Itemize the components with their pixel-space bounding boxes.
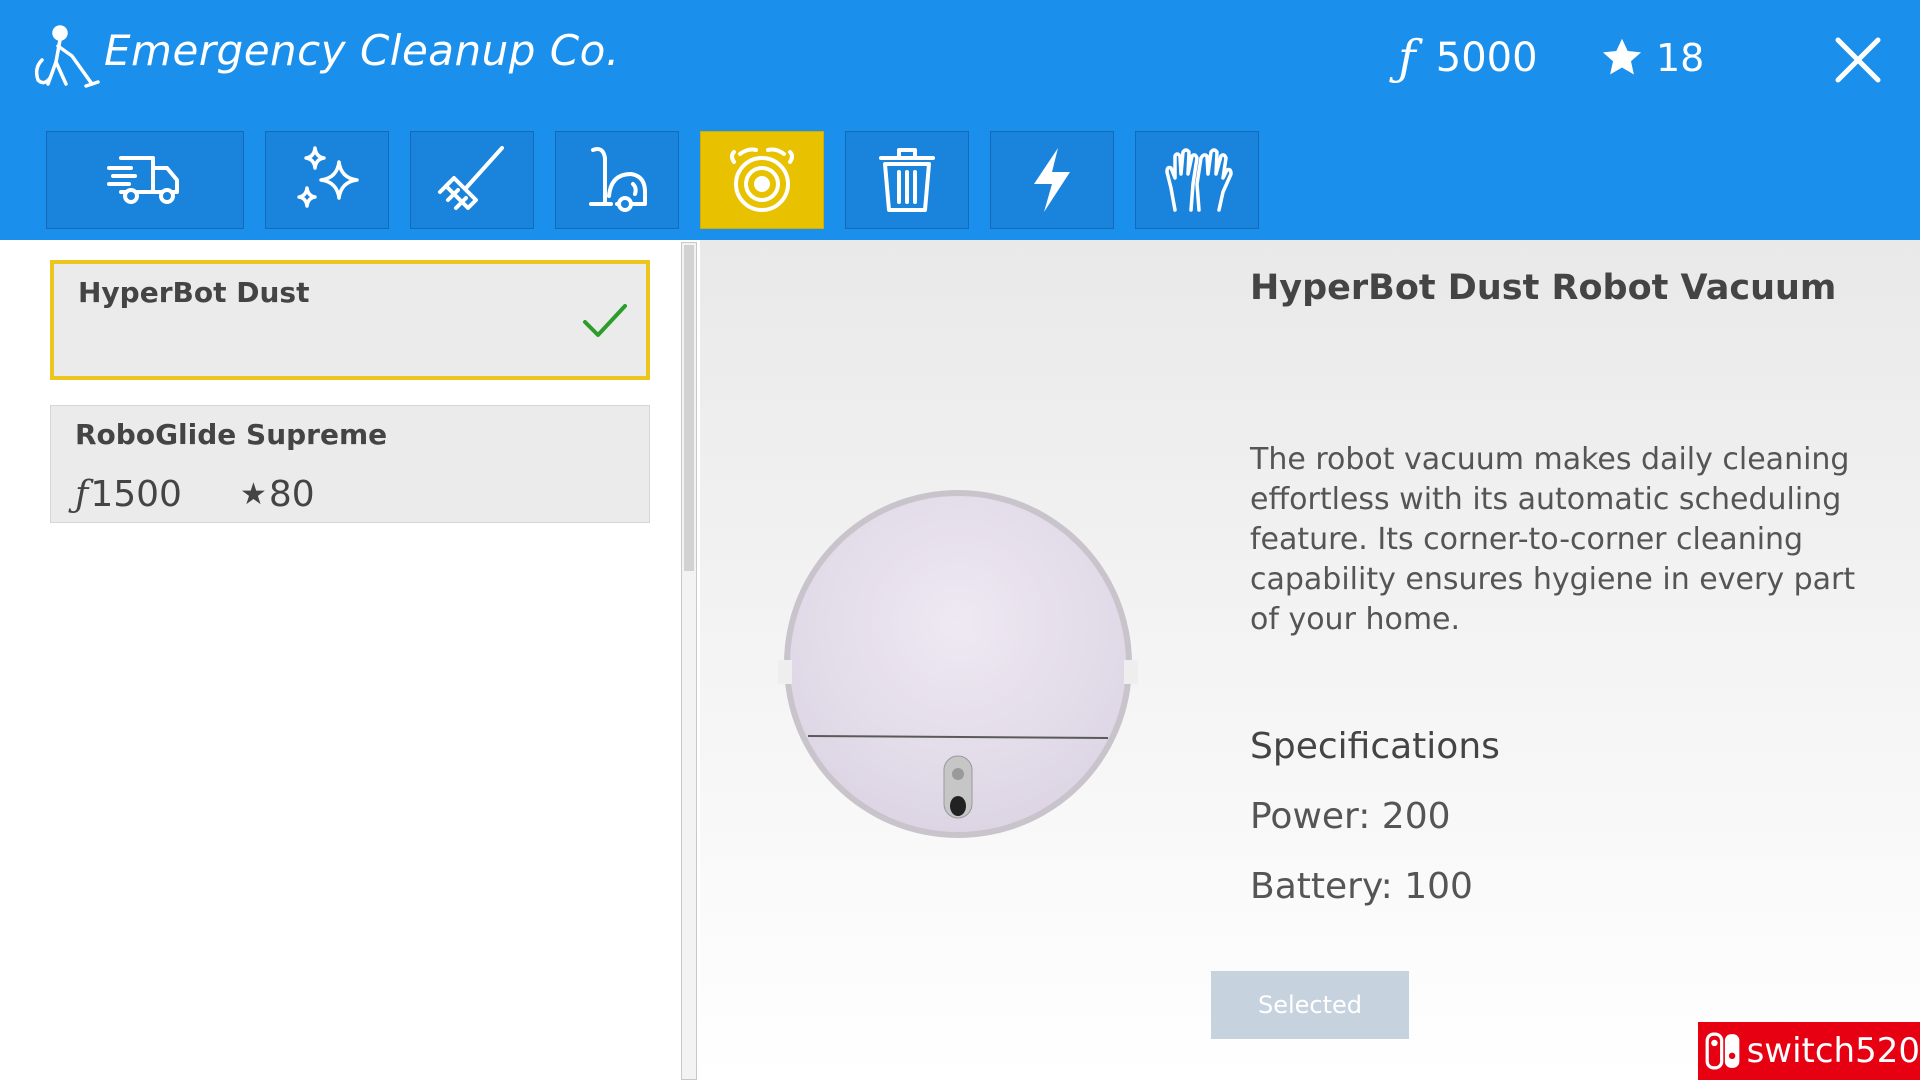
close-icon[interactable]	[1832, 34, 1884, 86]
lightning-icon	[1034, 148, 1070, 212]
watermark-text: switch520	[1746, 1031, 1920, 1071]
trash-can-icon	[879, 148, 935, 212]
tab-vacuum-cleaner[interactable]	[555, 131, 679, 229]
money-display: ƒ 5000	[1398, 30, 1538, 86]
tab-cleaning-van[interactable]	[46, 131, 244, 229]
mop-icon	[438, 146, 504, 210]
stars-value: 18	[1656, 36, 1705, 80]
currency-icon: ƒ	[75, 474, 89, 515]
stars-display: 18	[1600, 30, 1704, 86]
selected-button[interactable]: Selected	[1211, 971, 1409, 1039]
list-scrollbar[interactable]	[681, 242, 697, 1080]
list-item-hyperbot-dust[interactable]: HyperBot Dust	[50, 260, 650, 380]
list-item-roboglide-supreme[interactable]: RoboGlide Supreme ƒ 1500 ★ 80	[50, 405, 650, 523]
tab-sparkles[interactable]	[265, 131, 389, 229]
detail-description: The robot vacuum makes daily cleaning ef…	[1250, 442, 1856, 637]
specifications-heading: Specifications	[1250, 726, 1500, 767]
robot-vacuum-image	[778, 490, 1138, 838]
spec-battery: Battery: 100	[1250, 866, 1473, 907]
watermark: switch520	[1698, 1022, 1920, 1080]
detail-title: HyperBot Dust Robot Vacuum	[1250, 268, 1837, 308]
tab-trash-can[interactable]	[845, 131, 969, 229]
gloves-icon	[1165, 148, 1233, 212]
sparkles-icon	[297, 146, 359, 208]
star-icon	[1602, 38, 1642, 75]
janitor-vacuum-icon	[34, 25, 100, 88]
item-stars: 80	[268, 474, 315, 515]
robot-vacuum-icon	[730, 147, 794, 212]
item-stats: ƒ 1500 ★ 80	[75, 474, 315, 515]
vacuum-cleaner-icon	[589, 147, 647, 212]
tab-gloves[interactable]	[1135, 131, 1259, 229]
money-value: 5000	[1435, 35, 1538, 81]
item-name: HyperBot Dust	[78, 276, 310, 309]
detail-panel: HyperBot Dust Robot Vacuum The robot vac…	[700, 240, 1920, 1080]
item-list: HyperBot Dust RoboGlide Supreme ƒ 1500 ★…	[0, 240, 680, 1080]
scroll-thumb[interactable]	[684, 245, 694, 571]
item-price: 1500	[90, 474, 182, 515]
item-name: RoboGlide Supreme	[75, 418, 388, 451]
console-logo-icon	[1705, 1032, 1740, 1070]
star-icon: ★	[239, 477, 267, 512]
tab-lightning[interactable]	[990, 131, 1114, 229]
spec-power: Power: 200	[1250, 796, 1451, 837]
app-title: Emergency Cleanup Co.	[104, 26, 620, 75]
cleaning-van-icon	[107, 156, 179, 204]
checkmark-icon	[583, 304, 627, 337]
tab-robot-vacuum[interactable]	[700, 131, 824, 229]
currency-icon: ƒ	[1398, 30, 1416, 86]
tab-mop[interactable]	[410, 131, 534, 229]
header-bar: Emergency Cleanup Co. ƒ 5000 18	[0, 0, 1920, 240]
